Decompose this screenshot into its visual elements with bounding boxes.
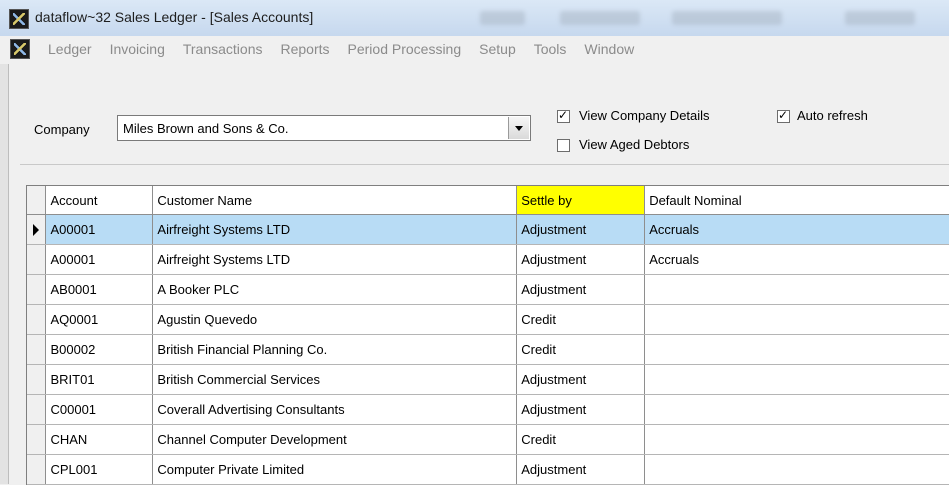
- cell-account[interactable]: AQ0001: [45, 304, 154, 335]
- row-pointer-icon: [33, 223, 39, 236]
- auto-refresh-label: Auto refresh: [797, 108, 868, 123]
- cell-default-nominal[interactable]: [644, 424, 949, 455]
- table-row[interactable]: BRIT01 British Commercial Services Adjus…: [27, 364, 949, 395]
- cell-customer-name[interactable]: Coverall Advertising Consultants: [152, 394, 518, 425]
- cell-customer-name[interactable]: British Commercial Services: [152, 364, 518, 395]
- company-select[interactable]: Miles Brown and Sons & Co.: [117, 115, 531, 141]
- panel-divider: [20, 164, 949, 165]
- cell-customer-name[interactable]: British Financial Planning Co.: [152, 334, 518, 365]
- view-aged-debtors-label: View Aged Debtors: [579, 137, 690, 152]
- row-selector[interactable]: [27, 424, 47, 455]
- cell-account[interactable]: A00001: [45, 244, 154, 275]
- cell-account[interactable]: C00001: [45, 394, 154, 425]
- menu-ledger[interactable]: Ledger: [41, 41, 99, 57]
- auto-refresh-checkbox[interactable]: [777, 108, 790, 123]
- table-row[interactable]: A00001 Airfreight Systems LTD Adjustment…: [27, 244, 949, 275]
- row-selector[interactable]: [27, 394, 47, 425]
- table-row[interactable]: B00002 British Financial Planning Co. Cr…: [27, 334, 949, 365]
- cell-settle-by[interactable]: Adjustment: [516, 364, 646, 395]
- cell-customer-name[interactable]: Channel Computer Development: [152, 424, 518, 455]
- title-bar-control-blur: [560, 11, 640, 25]
- row-selector[interactable]: [27, 364, 47, 395]
- cell-account[interactable]: CPL001: [45, 454, 154, 485]
- table-row[interactable]: A00001 Airfreight Systems LTD Adjustment…: [27, 214, 949, 245]
- cell-customer-name[interactable]: Airfreight Systems LTD: [152, 244, 518, 275]
- table-row[interactable]: AQ0001 Agustin Quevedo Credit: [27, 304, 949, 335]
- cell-customer-name[interactable]: A Booker PLC: [152, 274, 518, 305]
- row-selector[interactable]: [27, 274, 47, 305]
- mdi-frame-border: [0, 64, 9, 484]
- column-header-default-nominal[interactable]: Default Nominal: [644, 186, 949, 215]
- column-header-settle-by[interactable]: Settle by: [516, 186, 646, 215]
- row-selector[interactable]: [27, 454, 47, 485]
- table-row[interactable]: CPL001 Computer Private Limited Adjustme…: [27, 454, 949, 485]
- table-row[interactable]: AB0001 A Booker PLC Adjustment: [27, 274, 949, 305]
- view-company-details-checkbox[interactable]: [557, 108, 570, 123]
- cell-account[interactable]: BRIT01: [45, 364, 154, 395]
- view-aged-debtors-checkbox[interactable]: [557, 139, 570, 152]
- table-header-row: Account Customer Name Settle by Default …: [27, 186, 949, 215]
- title-bar-control-blur: [845, 11, 915, 25]
- row-selector[interactable]: [27, 244, 47, 275]
- cell-settle-by[interactable]: Credit: [516, 334, 646, 365]
- table-row[interactable]: CHAN Channel Computer Development Credit: [27, 424, 949, 455]
- cell-settle-by[interactable]: Credit: [516, 304, 646, 335]
- cell-account[interactable]: B00002: [45, 334, 154, 365]
- chevron-down-icon[interactable]: [508, 117, 529, 139]
- title-bar-control-blur: [672, 11, 782, 25]
- cell-default-nominal[interactable]: [644, 334, 949, 365]
- cell-customer-name[interactable]: Computer Private Limited: [152, 454, 518, 485]
- row-header-corner: [27, 186, 47, 215]
- menu-setup[interactable]: Setup: [472, 41, 523, 57]
- cell-default-nominal[interactable]: [644, 394, 949, 425]
- menu-tools[interactable]: Tools: [527, 41, 574, 57]
- cell-account[interactable]: A00001: [45, 214, 154, 245]
- row-selector[interactable]: [27, 214, 47, 245]
- menu-reports[interactable]: Reports: [273, 41, 336, 57]
- cell-default-nominal[interactable]: [644, 304, 949, 335]
- row-selector[interactable]: [27, 334, 47, 365]
- cell-settle-by[interactable]: Adjustment: [516, 454, 646, 485]
- column-header-customer-name[interactable]: Customer Name: [152, 186, 518, 215]
- cell-settle-by[interactable]: Adjustment: [516, 214, 646, 245]
- cell-account[interactable]: AB0001: [45, 274, 154, 305]
- cell-default-nominal[interactable]: Accruals: [644, 244, 949, 275]
- cell-customer-name[interactable]: Agustin Quevedo: [152, 304, 518, 335]
- window-title: dataflow~32 Sales Ledger - [Sales Accoun…: [35, 9, 314, 25]
- cell-settle-by[interactable]: Adjustment: [516, 394, 646, 425]
- menu-invoicing[interactable]: Invoicing: [103, 41, 172, 57]
- cell-default-nominal[interactable]: Accruals: [644, 214, 949, 245]
- document-icon[interactable]: [10, 39, 30, 59]
- cell-account[interactable]: CHAN: [45, 424, 154, 455]
- cell-default-nominal[interactable]: [644, 274, 949, 305]
- title-bar: dataflow~32 Sales Ledger - [Sales Accoun…: [0, 0, 949, 37]
- title-bar-control-blur: [480, 11, 525, 25]
- column-header-account[interactable]: Account: [45, 186, 154, 215]
- company-label: Company: [34, 122, 90, 137]
- cell-default-nominal[interactable]: [644, 454, 949, 485]
- cell-settle-by[interactable]: Credit: [516, 424, 646, 455]
- cell-settle-by[interactable]: Adjustment: [516, 274, 646, 305]
- menu-items: Ledger Invoicing Transactions Reports Pe…: [41, 41, 645, 57]
- menu-window[interactable]: Window: [577, 41, 641, 57]
- accounts-table: Account Customer Name Settle by Default …: [27, 186, 949, 485]
- app-icon[interactable]: [9, 9, 29, 29]
- menu-transactions[interactable]: Transactions: [176, 41, 270, 57]
- table-row[interactable]: C00001 Coverall Advertising Consultants …: [27, 394, 949, 425]
- cell-customer-name[interactable]: Airfreight Systems LTD: [152, 214, 518, 245]
- accounts-grid[interactable]: Account Customer Name Settle by Default …: [26, 185, 949, 485]
- view-company-details-label: View Company Details: [579, 108, 710, 123]
- menu-bar: Ledger Invoicing Transactions Reports Pe…: [0, 36, 949, 65]
- cell-settle-by[interactable]: Adjustment: [516, 244, 646, 275]
- row-selector[interactable]: [27, 304, 47, 335]
- cell-default-nominal[interactable]: [644, 364, 949, 395]
- menu-period-processing[interactable]: Period Processing: [341, 41, 469, 57]
- company-select-value: Miles Brown and Sons & Co.: [123, 121, 289, 136]
